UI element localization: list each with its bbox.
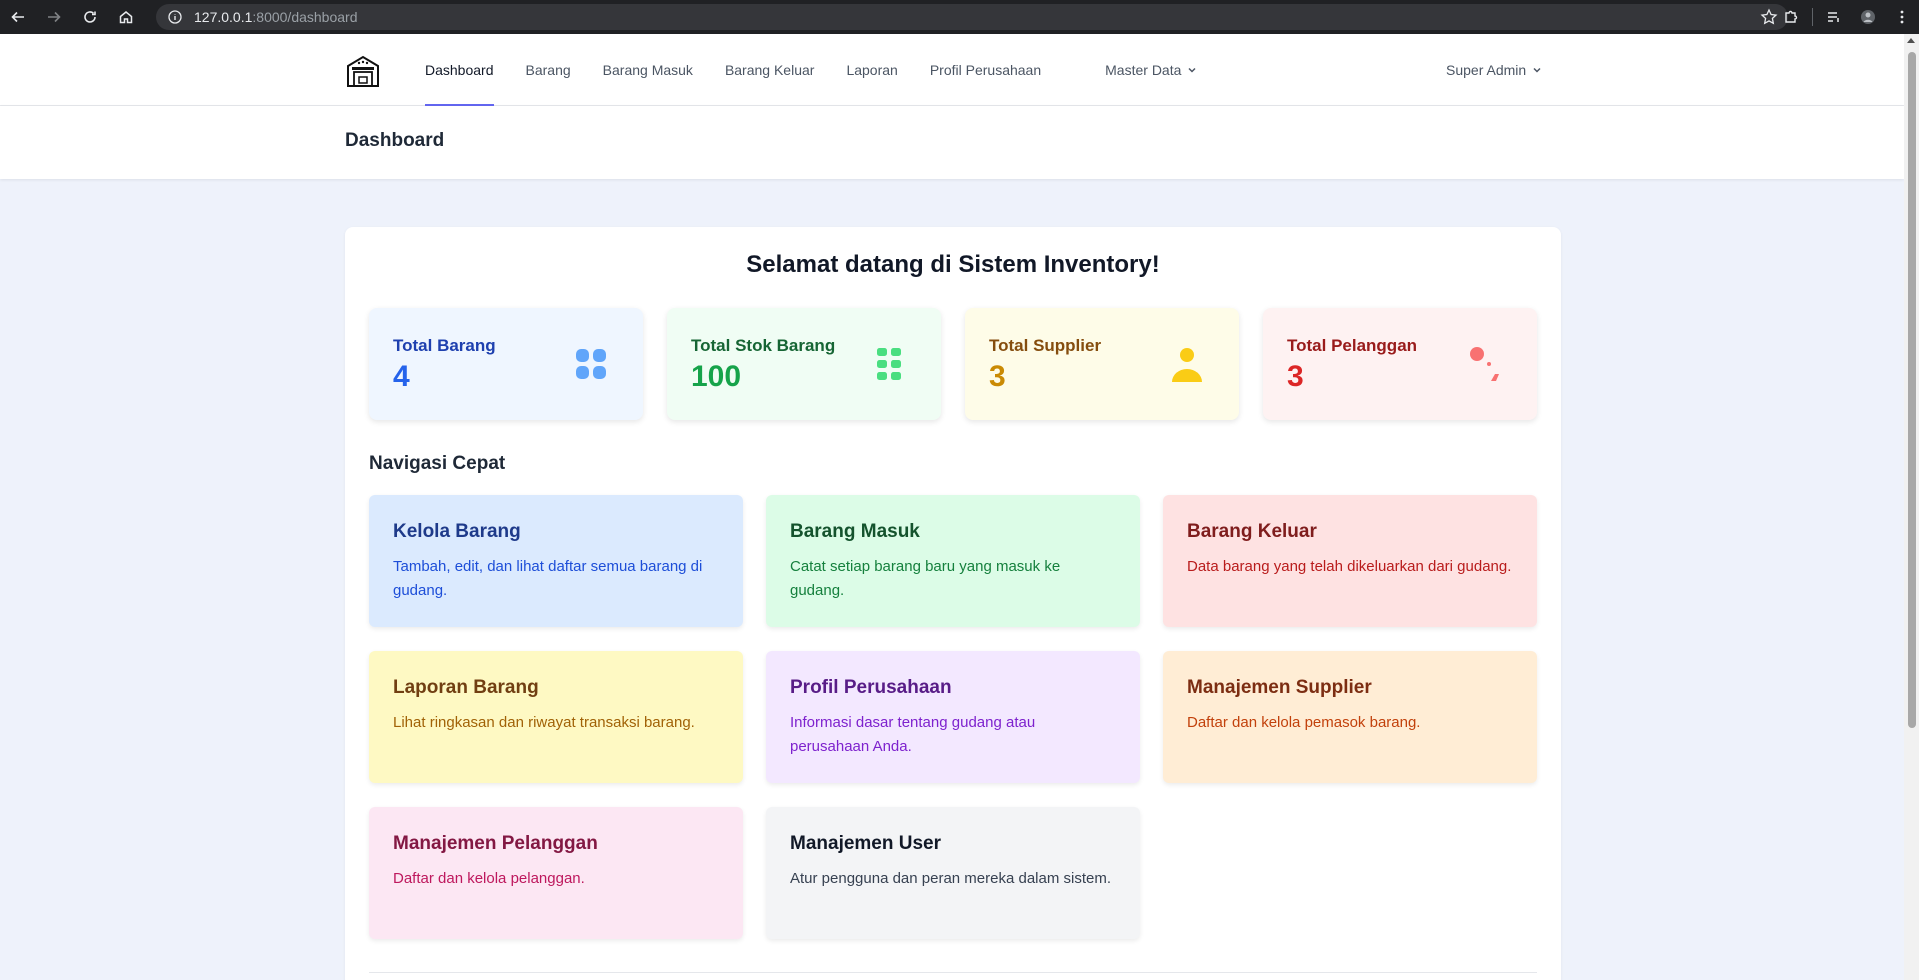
toolbar-divider <box>1812 8 1813 26</box>
stat-total-barang: Total Barang 4 <box>369 308 643 420</box>
quick-card-title: Manajemen Supplier <box>1187 677 1372 698</box>
quick-card-desc: Daftar dan kelola pelanggan. <box>393 870 585 887</box>
forward-button[interactable] <box>36 0 72 34</box>
reload-icon <box>84 11 96 23</box>
stat-label: Total Supplier <box>989 336 1102 355</box>
quick-card-desc: Catat setiap barang baru yang masuk ke g… <box>790 558 1061 599</box>
nav-barang-keluar[interactable]: Barang Keluar <box>709 34 831 106</box>
grid-icon <box>576 349 606 379</box>
dashboard-card: Selamat datang di Sistem Inventory! Tota… <box>345 227 1561 980</box>
more-vertical-icon <box>1900 10 1904 24</box>
apps-icon <box>877 348 901 380</box>
stat-value: 4 <box>393 360 410 393</box>
home-icon <box>119 11 133 24</box>
stat-label: Total Barang <box>393 336 496 355</box>
top-navigation: Dashboard Barang Barang Masuk Barang Kel… <box>0 34 1904 106</box>
quick-nav-heading: Navigasi Cepat <box>369 453 506 474</box>
quick-card-desc: Daftar dan kelola pemasok barang. <box>1187 714 1421 731</box>
stat-label: Total Pelanggan <box>1287 336 1418 355</box>
stat-value: 3 <box>1287 360 1304 393</box>
quick-card-title: Manajemen Pelanggan <box>393 833 598 854</box>
quick-card-desc: Lihat ringkasan dan riwayat transaksi ba… <box>393 714 695 731</box>
address-bar[interactable]: 127.0.0.1:8000/dashboard <box>156 4 1788 30</box>
chevron-down-icon <box>1188 67 1196 73</box>
stat-total-stok: Total Stok Barang 100 <box>667 308 941 420</box>
chevron-down-icon <box>1533 67 1541 73</box>
page-scrollbar[interactable] <box>1904 34 1919 980</box>
scroll-up-arrow-icon[interactable] <box>1907 38 1915 43</box>
quick-card-desc: Atur pengguna dan peran mereka dalam sis… <box>790 870 1112 887</box>
nav-profil-perusahaan[interactable]: Profil Perusahaan <box>914 34 1057 106</box>
quick-card-desc: Tambah, edit, dan lihat daftar semua bar… <box>393 558 703 599</box>
url-host: 127.0.0.1 <box>194 9 253 25</box>
info-icon[interactable] <box>168 10 182 24</box>
arrow-right-icon <box>48 11 61 23</box>
nav-barang[interactable]: Barang <box>510 34 587 106</box>
playlist-icon <box>1828 12 1839 22</box>
quick-card-barang-masuk[interactable]: Barang Masuk Catat setiap barang baru ya… <box>766 495 1140 627</box>
stat-label: Total Stok Barang <box>691 336 836 355</box>
user-icon <box>1172 348 1202 382</box>
puzzle-icon <box>1785 10 1798 23</box>
quick-card-title: Profil Perusahaan <box>790 677 952 698</box>
quick-card-desc: Data barang yang telah dikeluarkan dari … <box>1187 558 1512 575</box>
media-button[interactable] <box>1817 0 1851 34</box>
nav-laporan[interactable]: Laporan <box>830 34 913 106</box>
profile-button[interactable] <box>1851 0 1885 34</box>
quick-card-title: Laporan Barang <box>393 677 539 698</box>
quick-card-title: Kelola Barang <box>393 521 521 542</box>
quick-card-title: Manajemen User <box>790 833 942 854</box>
stats-row: Total Barang 4 Total Stok Barang 100 Tot… <box>369 308 1537 420</box>
quick-card-kelola-barang[interactable]: Kelola Barang Tambah, edit, dan lihat da… <box>369 495 743 627</box>
divider <box>369 972 1537 973</box>
stat-total-supplier: Total Supplier 3 <box>965 308 1239 420</box>
stat-total-pelanggan: Total Pelanggan 3 <box>1263 308 1537 420</box>
nav-master-data-dropdown[interactable]: Master Data <box>1089 34 1213 106</box>
quick-card-title: Barang Keluar <box>1187 521 1317 542</box>
stat-value: 3 <box>989 360 1006 393</box>
quick-card-title: Barang Masuk <box>790 521 920 542</box>
quick-card-desc: Informasi dasar tentang gudang atau peru… <box>790 714 1036 755</box>
home-button[interactable] <box>108 0 144 34</box>
arrow-left-icon <box>11 11 24 23</box>
menu-button[interactable] <box>1885 0 1919 34</box>
profile-avatar-icon <box>1861 10 1875 24</box>
quick-card-barang-keluar[interactable]: Barang Keluar Data barang yang telah dik… <box>1163 495 1537 627</box>
users-icon <box>1470 347 1499 381</box>
quick-card-laporan-barang[interactable]: Laporan Barang Lihat ringkasan dan riway… <box>369 651 743 783</box>
scrollbar-thumb[interactable] <box>1908 52 1916 728</box>
page-title: Dashboard <box>345 130 445 151</box>
quick-nav-grid: Kelola Barang Tambah, edit, dan lihat da… <box>369 495 1537 939</box>
url-path: :8000/dashboard <box>252 9 358 25</box>
warehouse-logo-icon[interactable] <box>345 53 381 89</box>
reload-button[interactable] <box>72 0 108 34</box>
nav-barang-masuk[interactable]: Barang Masuk <box>587 34 709 106</box>
browser-toolbar: 127.0.0.1:8000/dashboard <box>0 0 1919 34</box>
nav-dashboard[interactable]: Dashboard <box>409 34 510 106</box>
welcome-heading: Selamat datang di Sistem Inventory! <box>746 251 1160 278</box>
quick-card-manajemen-pelanggan[interactable]: Manajemen Pelanggan Daftar dan kelola pe… <box>369 807 743 939</box>
back-button[interactable] <box>0 0 36 34</box>
page-header: Dashboard <box>0 106 1904 179</box>
user-name: Super Admin <box>1446 62 1527 78</box>
master-data-label: Master Data <box>1105 62 1182 78</box>
stat-value: 100 <box>691 360 742 393</box>
quick-card-manajemen-user[interactable]: Manajemen User Atur pengguna dan peran m… <box>766 807 1140 939</box>
quick-card-profil-perusahaan[interactable]: Profil Perusahaan Informasi dasar tentan… <box>766 651 1140 783</box>
quick-card-manajemen-supplier[interactable]: Manajemen Supplier Daftar dan kelola pem… <box>1163 651 1537 783</box>
user-menu-dropdown[interactable]: Super Admin <box>1446 34 1542 106</box>
extensions-button[interactable] <box>1774 0 1808 34</box>
